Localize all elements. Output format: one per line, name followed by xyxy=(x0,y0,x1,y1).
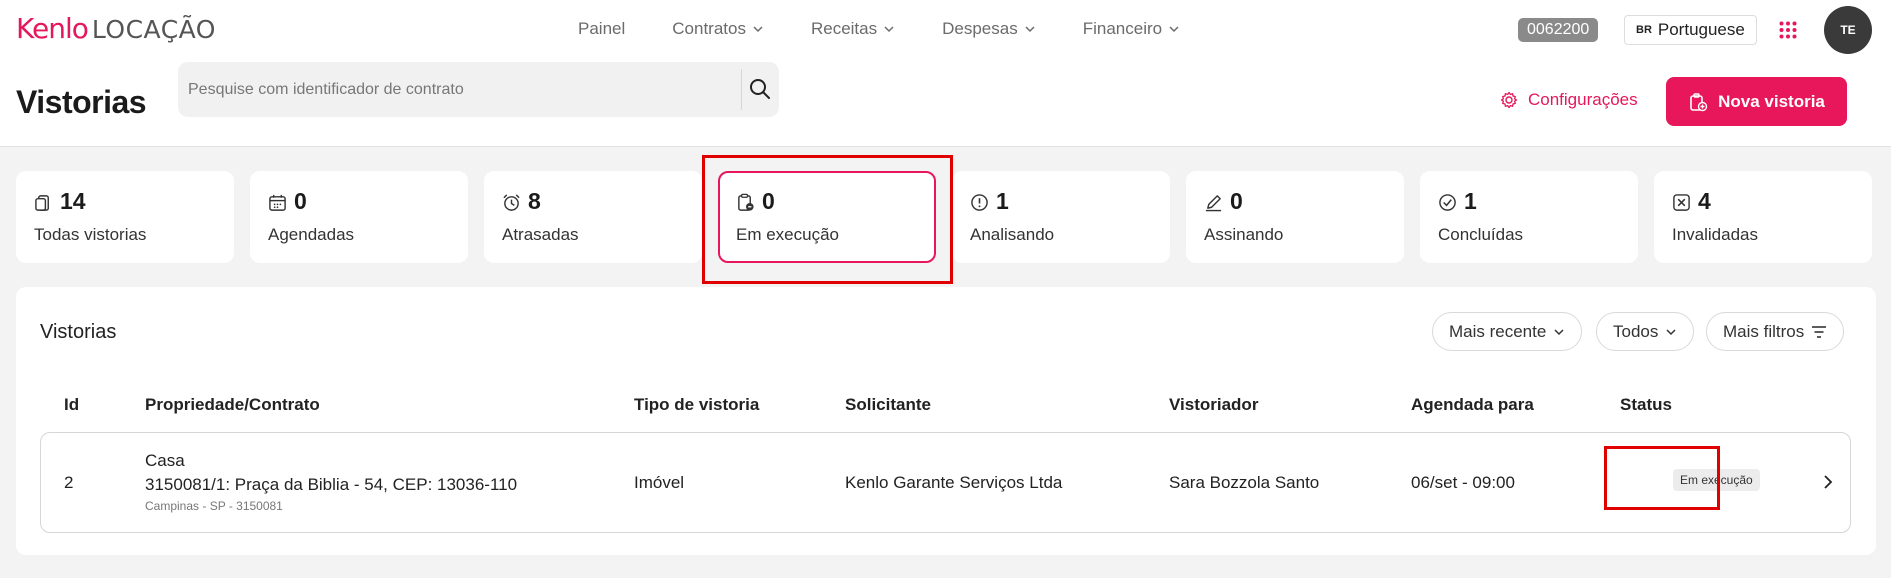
row-property-location: Campinas - SP - 3150081 xyxy=(145,499,283,513)
settings-link[interactable]: Configurações xyxy=(1500,90,1638,110)
column-header-type: Tipo de vistoria xyxy=(634,395,760,414)
row-scheduled-for: 06/set - 09:00 xyxy=(1411,473,1515,492)
stat-card-analisando[interactable]: 1 Analisando xyxy=(952,171,1170,263)
chevron-down-icon xyxy=(1169,26,1179,33)
account-code-badge: 0062200 xyxy=(1518,18,1599,42)
column-header-status: Status xyxy=(1620,395,1672,414)
row-property-type: Casa xyxy=(145,451,185,470)
column-header-requester: Solicitante xyxy=(845,395,931,414)
table-row[interactable]: 2 Casa 3150081/1: Praça da Biblia - 54, … xyxy=(40,432,1851,533)
row-requester: Kenlo Garante Serviços Ltda xyxy=(845,473,1063,492)
row-property-address: 3150081/1: Praça da Biblia - 54, CEP: 13… xyxy=(145,475,518,494)
column-header-id: Id xyxy=(64,395,80,414)
panel-title: Vistorias xyxy=(40,321,117,343)
search-divider xyxy=(741,69,742,110)
row-inspection-type: Imóvel xyxy=(634,473,685,492)
more-filters-label: Mais filtros xyxy=(1723,321,1805,341)
search-icon[interactable] xyxy=(749,78,771,100)
nav-item-receitas[interactable]: Receitas xyxy=(811,19,895,39)
nav-item-label: Contratos xyxy=(672,19,746,38)
highlight-frame xyxy=(702,155,953,284)
chevron-down-icon xyxy=(1666,328,1676,335)
logo-brand: Kenlo xyxy=(16,12,89,45)
nav-item-despesas[interactable]: Despesas xyxy=(942,19,1036,39)
stat-label: Todas vistorias xyxy=(34,225,147,244)
alert-circle-icon xyxy=(971,194,988,211)
clipboard-add-icon xyxy=(1690,92,1708,111)
app-logo[interactable]: Kenlo LOCAÇÃO xyxy=(16,12,216,45)
row-inspector: Sara Bozzola Santo xyxy=(1169,473,1320,492)
nav-item-label: Receitas xyxy=(810,19,878,38)
stat-count: 14 xyxy=(60,188,86,214)
settings-link-label: Configurações xyxy=(1528,90,1638,109)
stat-count: 0 xyxy=(1230,188,1243,214)
chevron-down-icon xyxy=(884,26,894,33)
nav-item-label: Painel xyxy=(578,19,626,38)
language-selector[interactable]: BR Portuguese xyxy=(1624,15,1757,45)
status-highlight-frame xyxy=(1604,446,1720,510)
chevron-right-icon[interactable] xyxy=(1819,473,1837,491)
clipboard-icon xyxy=(35,195,49,211)
row-id: 2 xyxy=(64,473,74,492)
stat-count: 4 xyxy=(1698,188,1711,214)
pen-icon xyxy=(1205,195,1222,212)
stat-count: 0 xyxy=(294,188,307,214)
avatar[interactable]: TE xyxy=(1824,6,1872,54)
column-header-scheduled: Agendada para xyxy=(1411,395,1534,414)
stat-label: Agendadas xyxy=(268,225,355,244)
main-nav: Painel Contratos Receitas Despesas Finan… xyxy=(578,19,1180,39)
nav-item-label: Financeiro xyxy=(1082,19,1163,38)
gear-icon xyxy=(1500,91,1518,109)
stat-card-assinando[interactable]: 0 Assinando xyxy=(1186,171,1404,263)
type-filter-button[interactable]: Todos xyxy=(1596,312,1695,351)
stat-card-agendadas[interactable]: 0 Agendadas xyxy=(250,171,468,263)
language-flag-code: BR xyxy=(1636,24,1652,36)
page-title: Vistorias xyxy=(16,84,147,120)
stat-count: 1 xyxy=(996,188,1009,214)
stat-count: 8 xyxy=(528,188,541,214)
filter-lines-icon xyxy=(1812,325,1827,338)
calendar-icon xyxy=(269,194,286,211)
stat-card-invalidadas[interactable]: 4 Invalidadas xyxy=(1654,171,1872,263)
search-box xyxy=(178,62,908,117)
type-filter-label: Todos xyxy=(1613,321,1659,341)
language-label: Portuguese xyxy=(1657,20,1745,39)
more-filters-button[interactable]: Mais filtros xyxy=(1706,312,1845,351)
nav-item-contratos[interactable]: Contratos xyxy=(672,19,764,39)
x-square-icon xyxy=(1673,194,1690,211)
search-input[interactable] xyxy=(188,62,908,117)
column-header-inspector: Vistoriador xyxy=(1169,395,1259,414)
chevron-down-icon xyxy=(1025,26,1035,33)
sort-filter-label: Mais recente xyxy=(1449,321,1547,341)
alarm-clock-icon xyxy=(503,194,520,211)
new-inspection-button[interactable]: Nova vistoria xyxy=(1666,77,1847,126)
stat-label: Assinando xyxy=(1204,225,1284,244)
nav-item-label: Despesas xyxy=(942,19,1018,38)
nav-item-financeiro[interactable]: Financeiro xyxy=(1083,19,1180,39)
chevron-down-icon xyxy=(753,26,763,33)
inspections-panel: Vistorias Mais recente Todos Mais filtro… xyxy=(16,287,1876,555)
stat-label: Atrasadas xyxy=(502,225,579,244)
check-circle-icon xyxy=(1439,194,1456,211)
sort-filter-button[interactable]: Mais recente xyxy=(1432,312,1583,351)
stat-card-atrasadas[interactable]: 8 Atrasadas xyxy=(484,171,702,263)
stat-label: Concluídas xyxy=(1438,225,1524,244)
nav-item-painel[interactable]: Painel xyxy=(578,19,625,39)
logo-product: LOCAÇÃO xyxy=(91,15,216,44)
top-header: Kenlo LOCAÇÃO Painel Contratos Receitas … xyxy=(0,0,1891,147)
stat-card-concluidas[interactable]: 1 Concluídas xyxy=(1420,171,1638,263)
grid-dots-icon[interactable] xyxy=(1779,21,1797,39)
stat-label: Analisando xyxy=(970,225,1055,244)
stat-card-todas[interactable]: 14 Todas vistorias xyxy=(16,171,234,263)
stat-label: Invalidadas xyxy=(1672,225,1759,244)
column-header-property: Propriedade/Contrato xyxy=(145,395,320,414)
chevron-down-icon xyxy=(1554,328,1564,335)
new-inspection-label: Nova vistoria xyxy=(1718,91,1825,111)
stat-count: 1 xyxy=(1464,188,1477,214)
